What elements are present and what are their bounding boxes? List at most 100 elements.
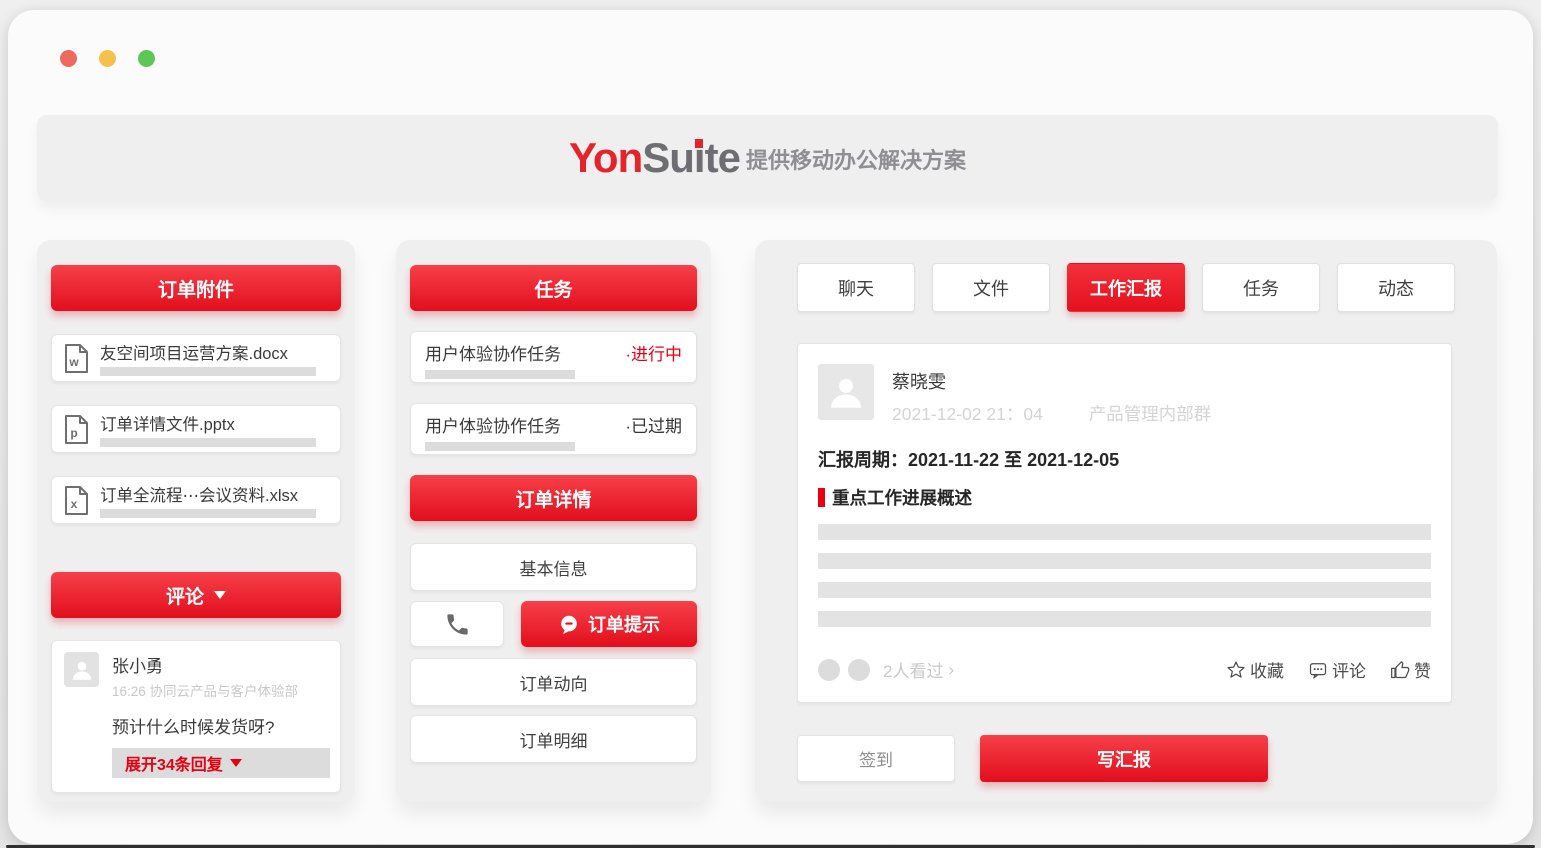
comment-author: 张小勇	[112, 652, 298, 677]
tab-chat[interactable]: 聊天	[797, 263, 915, 312]
order-attachments-label: 订单附件	[158, 275, 234, 302]
task-item[interactable]: 用户体验协作任务 ·已过期	[410, 403, 697, 455]
tab-label: 任务	[1243, 275, 1279, 301]
viewer-avatar	[818, 659, 840, 681]
chevron-right-icon: ›	[948, 660, 954, 680]
avatar	[64, 652, 99, 687]
report-section-title: 重点工作进展概述	[832, 485, 972, 510]
placeholder-bar	[818, 524, 1431, 540]
like-label: 赞	[1414, 657, 1431, 682]
task-status-badge: ·已过期	[625, 412, 682, 437]
task-title: 用户体验协作任务	[425, 412, 561, 437]
report-group: 产品管理内部群	[1089, 401, 1212, 426]
star-icon	[1226, 660, 1246, 680]
avatar	[818, 364, 874, 420]
workspace-tabs: 聊天 文件 工作汇报 任务 动态	[797, 263, 1455, 312]
header-banner: Yon Suite 提供移动办公解决方案	[37, 115, 1498, 201]
logo-yon-text: Yon	[569, 134, 642, 182]
tasks-order-panel: 任务 用户体验协作任务 ·进行中 用户体验协作任务 ·已过期 订单详情	[396, 240, 711, 802]
attachments-panel: 订单附件 w 友空间项目运营方案.docx p	[37, 240, 355, 802]
order-alert-button[interactable]: 订单提示	[521, 601, 697, 647]
window-controls	[60, 50, 155, 67]
word-file-icon: w	[63, 343, 89, 374]
workspace-panel: 聊天 文件 工作汇报 任务 动态	[755, 240, 1497, 802]
phone-icon	[444, 611, 471, 638]
placeholder-bar	[818, 553, 1431, 569]
order-detail-button[interactable]: 订单详情	[410, 475, 697, 521]
checkin-label: 签到	[859, 746, 893, 771]
yonsuite-logo: Yon Suite 提供移动办公解决方案	[569, 134, 966, 182]
chevron-down-icon	[230, 759, 242, 767]
checkin-button[interactable]: 签到	[797, 735, 955, 782]
file-name: 订单详情文件.pptx	[100, 411, 316, 435]
section-marker	[818, 488, 825, 507]
expand-replies-label: 展开34条回复	[125, 751, 223, 775]
tasks-button[interactable]: 任务	[410, 265, 697, 311]
tab-label: 动态	[1378, 275, 1414, 301]
file-placeholder-bar	[100, 367, 316, 376]
close-window-icon[interactable]	[60, 50, 77, 67]
file-item-xlsx[interactable]: x 订单全流程⋯会议资料.xlsx	[51, 476, 341, 524]
comments-dropdown-button[interactable]: 评论	[51, 572, 341, 618]
write-report-label: 写汇报	[1097, 746, 1151, 772]
order-detail-label: 订单详情	[515, 485, 591, 512]
task-item[interactable]: 用户体验协作任务 ·进行中	[410, 331, 697, 383]
task-placeholder-bar	[425, 442, 575, 451]
logo-suite-text: Suite	[642, 134, 740, 182]
placeholder-bar	[818, 582, 1431, 598]
logo-tagline: 提供移动办公解决方案	[746, 143, 966, 175]
basic-info-label: 基本信息	[520, 555, 588, 580]
task-title: 用户体验协作任务	[425, 340, 561, 365]
tab-tasks[interactable]: 任务	[1202, 263, 1320, 312]
tab-label: 工作汇报	[1090, 275, 1162, 301]
comment-meta: 16:26 协同云产品与客户体验部	[112, 680, 298, 700]
maximize-window-icon[interactable]	[138, 50, 155, 67]
person-icon	[825, 371, 867, 413]
app-window: Yon Suite 提供移动办公解决方案 订单附件 w 友空间项目运营方案.do…	[8, 10, 1533, 844]
minimize-window-icon[interactable]	[99, 50, 116, 67]
viewers-count: 2人看过	[883, 657, 943, 682]
tab-work-report[interactable]: 工作汇报	[1067, 263, 1185, 312]
person-icon	[69, 657, 95, 683]
thumbs-up-icon	[1390, 660, 1410, 680]
order-trend-item[interactable]: 订单动向	[410, 658, 697, 706]
order-trend-label: 订单动向	[520, 670, 588, 695]
svg-text:x: x	[71, 497, 78, 511]
svg-text:p: p	[70, 426, 77, 440]
viewers-link[interactable]: 2人看过 ›	[818, 657, 954, 682]
file-name: 订单全流程⋯会议资料.xlsx	[100, 482, 316, 506]
file-item-pptx[interactable]: p 订单详情文件.pptx	[51, 405, 341, 453]
ppt-file-icon: p	[63, 414, 89, 445]
file-name: 友空间项目运营方案.docx	[100, 340, 316, 364]
task-placeholder-bar	[425, 370, 575, 379]
work-report-card: 蔡晓雯 2021-12-02 21：04 产品管理内部群 汇报周期：2021-1…	[797, 343, 1452, 703]
call-button[interactable]	[410, 601, 504, 647]
screenshot-stage: Yon Suite 提供移动办公解决方案 订单附件 w 友空间项目运营方案.do…	[0, 0, 1541, 848]
svg-text:w: w	[68, 355, 79, 369]
like-button[interactable]: 赞	[1390, 657, 1431, 682]
expand-replies-button[interactable]: 展开34条回复	[112, 748, 330, 778]
comment-button[interactable]: 评论	[1308, 657, 1366, 682]
chat-bubble-icon	[558, 613, 580, 636]
comments-label: 评论	[166, 582, 204, 609]
comment-bubble-icon	[1308, 660, 1328, 680]
comment-item: 张小勇 16:26 协同云产品与客户体验部 预计什么时候发货呀? 展开34条回复	[51, 640, 341, 793]
order-attachments-button[interactable]: 订单附件	[51, 265, 341, 311]
favorite-label: 收藏	[1250, 657, 1284, 682]
favorite-button[interactable]: 收藏	[1226, 657, 1284, 682]
order-items-item[interactable]: 订单明细	[410, 715, 697, 763]
write-report-button[interactable]: 写汇报	[980, 735, 1268, 782]
report-body-placeholder	[818, 524, 1431, 627]
viewer-avatar	[848, 659, 870, 681]
comment-text: 预计什么时候发货呀?	[112, 713, 328, 738]
tab-label: 聊天	[838, 275, 874, 301]
excel-file-icon: x	[63, 485, 89, 516]
tab-label: 文件	[973, 275, 1009, 301]
file-item-docx[interactable]: w 友空间项目运营方案.docx	[51, 334, 341, 382]
basic-info-item[interactable]: 基本信息	[410, 543, 697, 591]
chevron-down-icon	[214, 591, 226, 599]
tab-activity[interactable]: 动态	[1337, 263, 1455, 312]
order-alert-label: 订单提示	[588, 611, 660, 637]
tab-files[interactable]: 文件	[932, 263, 1050, 312]
task-status-badge: ·进行中	[625, 340, 682, 365]
